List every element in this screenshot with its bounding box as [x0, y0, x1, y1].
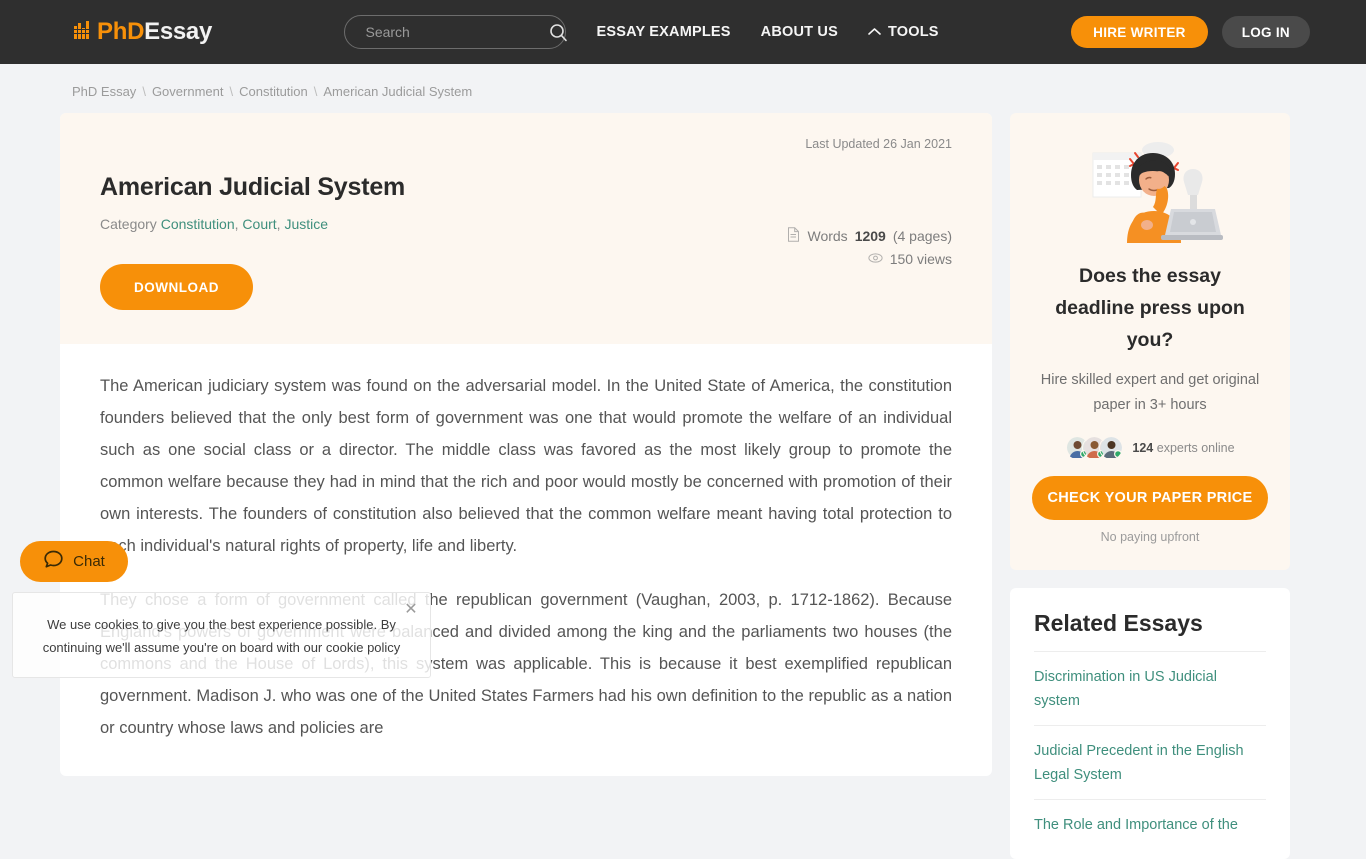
words-label: Words	[807, 228, 848, 244]
sidebar: Does the essay deadline press upon you? …	[1010, 113, 1290, 859]
promo-card: Does the essay deadline press upon you? …	[1010, 113, 1290, 570]
avatar	[1099, 436, 1124, 460]
words-count: 1209	[854, 228, 886, 244]
promo-subtitle: Hire skilled expert and get original pap…	[1040, 372, 1260, 413]
chat-widget-label: Chat	[73, 553, 105, 570]
cookie-text-body: We use cookies to give you the best expe…	[42, 617, 396, 655]
breadcrumb-item-phd-essay[interactable]: PhD Essay	[72, 84, 136, 99]
promo-title: Does the essay deadline press upon you?	[1032, 260, 1268, 356]
eye-icon	[868, 251, 883, 267]
pages-count: (4 pages)	[892, 228, 952, 244]
breadcrumb-separator: \	[142, 84, 146, 99]
experts-online-text: 124 experts online	[1132, 441, 1234, 455]
search-box[interactable]	[344, 15, 568, 49]
document-icon	[787, 227, 800, 245]
words-meta-row: Words 1209 (4 pages)	[787, 227, 952, 245]
related-essays-card: Related Essays Discrimination in US Judi…	[1010, 588, 1290, 859]
chevron-up-icon	[868, 24, 881, 40]
promo-title-line2: deadline press upon you?	[1055, 297, 1245, 351]
experts-online-label: experts online	[1156, 441, 1235, 455]
nav-item-essay-examples-label: ESSAY EXAMPLES	[596, 24, 731, 40]
page-layout: Last Updated 26 Jan 2021 American Judici…	[0, 113, 1366, 859]
chat-bubble-icon	[43, 549, 64, 574]
category-link-court[interactable]: Court	[242, 216, 276, 232]
related-essay-link[interactable]: The Role and Importance of the	[1034, 799, 1266, 849]
breadcrumb-item-government[interactable]: Government	[152, 84, 224, 99]
nav-item-tools[interactable]: TOOLS	[868, 24, 939, 40]
breadcrumb: PhD Essay \ Government \ Constitution \ …	[0, 64, 1366, 113]
experts-online: 124 experts online	[1032, 436, 1268, 460]
promo-title-line1: Does the essay	[1079, 265, 1221, 287]
stressed-student-illustration	[1032, 135, 1268, 248]
nav-item-tools-label: TOOLS	[887, 24, 939, 40]
logo-text-phd: PhD	[97, 18, 145, 45]
cookie-banner: ✕ We use cookies to give you the best ex…	[12, 592, 431, 678]
category-line: Category Constitution, Court, Justice	[100, 216, 329, 232]
views-meta-row: 150 views	[787, 251, 952, 267]
cookie-policy-link[interactable]: policy	[367, 640, 400, 655]
download-button[interactable]: DOWNLOAD	[100, 264, 253, 310]
category-link-constitution[interactable]: Constitution	[161, 216, 235, 232]
header-actions: HIRE WRITER LOG IN	[1071, 16, 1310, 48]
header-nav: ESSAY EXAMPLES ABOUT US TOOLS	[212, 15, 1071, 49]
article-paragraph: The American judiciary system was found …	[100, 377, 952, 555]
related-essays-title: Related Essays	[1034, 610, 1203, 636]
breadcrumb-item-constitution[interactable]: Constitution	[239, 84, 308, 99]
cookie-banner-text: We use cookies to give you the best expe…	[39, 613, 404, 659]
no-paying-upfront-text: No paying upfront	[1100, 530, 1200, 544]
chat-widget[interactable]: Chat	[20, 541, 128, 582]
related-essay-link[interactable]: Discrimination in US Judicial system	[1034, 651, 1266, 725]
breadcrumb-separator: \	[313, 84, 318, 99]
category-label: Category	[100, 216, 157, 232]
close-icon[interactable]: ✕	[402, 601, 420, 619]
article-body: The American judiciary system was found …	[60, 344, 992, 776]
nav-item-about-us[interactable]: ABOUT US	[761, 24, 838, 40]
article-meta: Words 1209 (4 pages) 150 views	[787, 169, 952, 310]
check-paper-price-button[interactable]: CHECK YOUR PAPER PRICE	[1032, 476, 1268, 520]
article-header: Last Updated 26 Jan 2021 American Judici…	[60, 113, 992, 344]
breadcrumb-item-current: American Judicial System	[323, 84, 473, 99]
views-count: 150 views	[889, 251, 952, 267]
last-updated-text: Last Updated 26 Jan 2021	[805, 137, 952, 151]
site-header: PhDEssay ESSAY EXAMPLES ABOUT US	[0, 0, 1366, 64]
category-link-justice[interactable]: Justice	[284, 216, 328, 232]
search-icon[interactable]	[548, 22, 568, 42]
hire-writer-button[interactable]: HIRE WRITER	[1071, 16, 1208, 48]
page-title: American Judicial System	[100, 173, 406, 201]
search-input[interactable]	[363, 23, 549, 41]
related-essay-link[interactable]: Judicial Precedent in the English Legal …	[1034, 725, 1266, 799]
breadcrumb-separator: \	[229, 84, 234, 99]
experts-count: 124	[1132, 441, 1154, 455]
logo-text-essay: Essay	[144, 18, 213, 45]
books-icon	[72, 19, 94, 46]
site-logo[interactable]: PhDEssay	[72, 18, 212, 46]
nav-item-essay-examples[interactable]: ESSAY EXAMPLES	[596, 24, 730, 40]
avatar-group	[1065, 436, 1124, 460]
log-in-button[interactable]: LOG IN	[1221, 16, 1310, 48]
nav-item-about-us-label: ABOUT US	[760, 24, 838, 40]
